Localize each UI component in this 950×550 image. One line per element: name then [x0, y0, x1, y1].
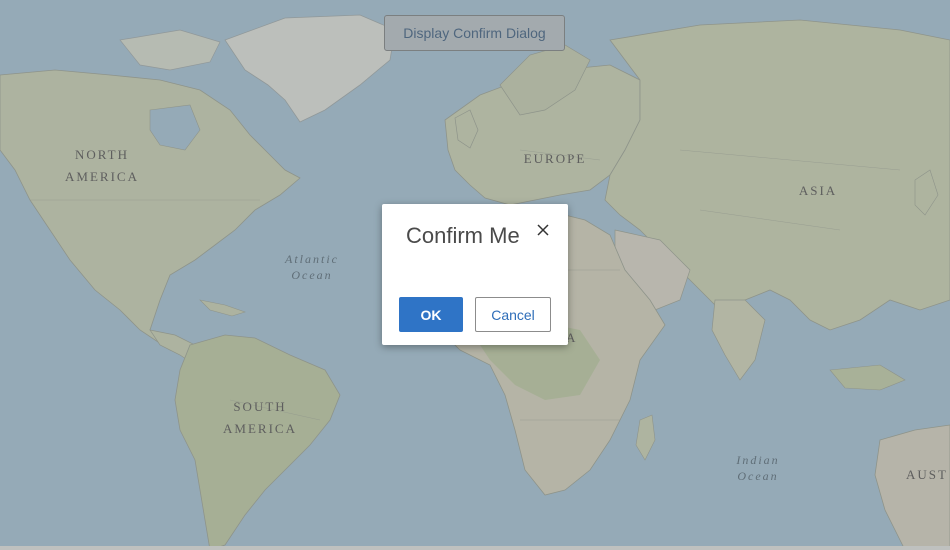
close-icon — [537, 224, 549, 236]
ok-button[interactable]: OK — [399, 297, 463, 332]
dialog-close-button[interactable] — [533, 220, 553, 240]
confirm-dialog: Confirm Me OK Cancel — [382, 204, 568, 345]
dialog-title: Confirm Me — [406, 223, 520, 248]
cancel-button[interactable]: Cancel — [475, 297, 551, 332]
map-view[interactable]: NORTH AMERICA EUROPE ASIA Atlantic Ocean… — [0, 0, 950, 550]
